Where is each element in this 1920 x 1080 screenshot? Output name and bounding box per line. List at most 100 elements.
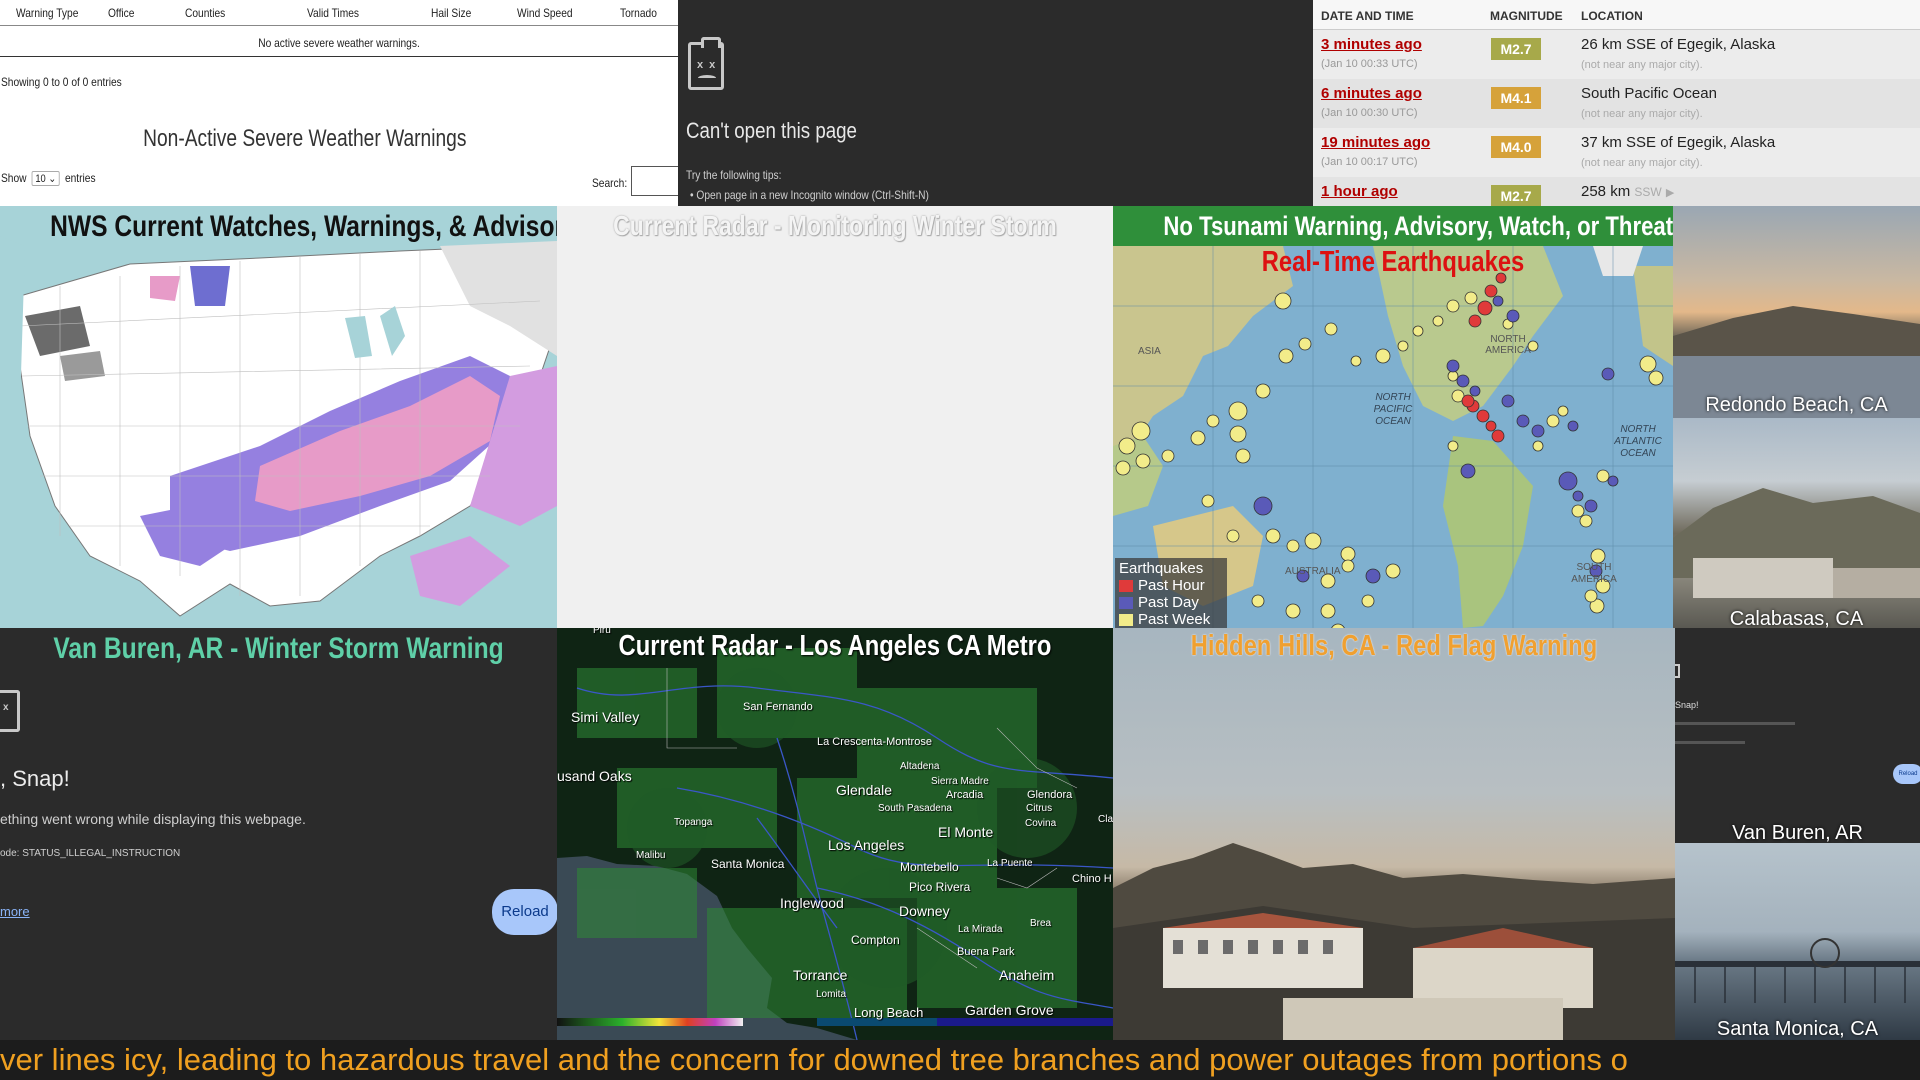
table-row[interactable]: 3 minutes ago (Jan 10 00:33 UTC) M2.7 26… bbox=[1313, 30, 1920, 79]
sad-page-icon: xx bbox=[688, 37, 724, 90]
us-warnings-map bbox=[0, 206, 557, 628]
magnitude-badge: M2.7 bbox=[1491, 185, 1541, 207]
earthquake-list-panel: DATE AND TIME MAGNITUDE LOCATION 3 minut… bbox=[1313, 0, 1920, 226]
calabasas-scene bbox=[1673, 488, 1920, 598]
ticker-text: ver lines icy, leading to hazardous trav… bbox=[0, 1042, 1628, 1077]
expand-arrow-icon[interactable]: ▶ bbox=[1666, 187, 1674, 199]
city-label: El Monte bbox=[938, 824, 994, 840]
nws-warnings-map-panel: NWS Current Watches, Warnings, & Advisor… bbox=[0, 206, 557, 628]
quake-location: South Pacific Ocean bbox=[1581, 85, 1717, 102]
error-tips-label: Try the following tips: bbox=[686, 168, 782, 182]
col-location: LOCATION bbox=[1581, 9, 1643, 23]
city-label: La Puente bbox=[987, 858, 1033, 869]
learn-more-link[interactable]: more bbox=[0, 904, 30, 919]
error-title: Can't open this page bbox=[686, 118, 857, 143]
error-line bbox=[1675, 722, 1795, 725]
col-date-time: DATE AND TIME bbox=[1321, 9, 1414, 23]
legend-title: Earthquakes bbox=[1119, 560, 1204, 577]
redondo-scene bbox=[1673, 306, 1920, 418]
hidden-hills-scene bbox=[1113, 843, 1675, 1040]
quake-time-link[interactable]: 1 hour ago bbox=[1321, 183, 1398, 200]
label-asia: ASIA bbox=[1138, 346, 1161, 357]
empty-table-message: No active severe weather warnings. bbox=[258, 36, 420, 50]
reload-button[interactable]: Reload bbox=[1893, 764, 1920, 784]
webcam-label: Santa Monica, CA bbox=[1716, 1018, 1879, 1040]
col-hail-size[interactable]: Hail Size bbox=[431, 6, 471, 20]
quake-utc: (Jan 10 00:30 UTC) bbox=[1321, 107, 1418, 119]
city-label: Citrus bbox=[1026, 803, 1053, 814]
webcam-santa-monica[interactable]: Santa Monica, CA bbox=[1675, 843, 1920, 1040]
col-warning-type[interactable]: Warning Type bbox=[16, 6, 78, 20]
webcam-van-buren[interactable]: Snap! Reload Van Buren, AR bbox=[1675, 628, 1920, 843]
chevron-down-icon: ⌄ bbox=[48, 173, 57, 185]
hidden-hills-title: Hidden Hills, CA - Red Flag Warning bbox=[1190, 630, 1598, 662]
label-south-america: SOUTH AMERICA bbox=[1571, 562, 1617, 585]
warnings-table-header: Warning Type Office Counties Valid Times… bbox=[0, 0, 678, 26]
city-label: Simi Valley bbox=[571, 709, 640, 725]
page-length-select[interactable]: 10 ⌄ bbox=[31, 171, 60, 186]
city-label: Arcadia bbox=[946, 789, 984, 801]
table-row[interactable]: 6 minutes ago (Jan 10 00:30 UTC) M4.1 So… bbox=[1313, 79, 1920, 128]
col-magnitude: MAGNITUDE bbox=[1490, 9, 1563, 23]
tsunami-status-text: No Tsunami Warning, Advisory, Watch, or … bbox=[1163, 211, 1673, 241]
city-label: Compton bbox=[851, 933, 900, 947]
label-australia: AUSTRALIA bbox=[1285, 566, 1341, 577]
entries-info: Showing 0 to 0 of 0 entries bbox=[1, 75, 122, 89]
magnitude-badge: M4.0 bbox=[1491, 136, 1541, 158]
radar-title: Current Radar - Monitoring Winter Storm bbox=[613, 210, 1057, 241]
webcam-calabasas[interactable]: Calabasas, CA bbox=[1673, 418, 1920, 628]
label-north-america: NORTH AMERICA bbox=[1485, 334, 1531, 356]
magnitude-badge: M2.7 bbox=[1491, 38, 1541, 60]
news-ticker: ver lines icy, leading to hazardous trav… bbox=[0, 1040, 1920, 1080]
legend-label: Past Week bbox=[1138, 611, 1211, 628]
city-label: Sierra Madre bbox=[931, 776, 989, 787]
webcam-redondo-beach[interactable]: Redondo Beach, CA bbox=[1673, 206, 1920, 418]
reload-button[interactable]: Reload bbox=[492, 889, 558, 935]
quake-time-link[interactable]: 19 minutes ago bbox=[1321, 134, 1430, 151]
hidden-hills-webcam-panel[interactable]: Hidden Hills, CA - Red Flag Warning bbox=[1113, 628, 1675, 1040]
quake-location: 37 km SSE of Egegik, Alaska bbox=[1581, 134, 1776, 151]
col-counties[interactable]: Counties bbox=[185, 6, 225, 20]
city-label: Downey bbox=[899, 903, 950, 919]
city-label: Covina bbox=[1025, 818, 1057, 829]
city-label: usand Oaks bbox=[557, 768, 632, 784]
city-label: South Pasadena bbox=[878, 803, 952, 814]
search-input[interactable] bbox=[631, 166, 681, 196]
city-label: Glendale bbox=[836, 782, 893, 798]
search-label: Search: bbox=[592, 176, 628, 190]
section-title: Non-Active Severe Weather Warnings bbox=[143, 125, 467, 152]
quake-near: (not near any major city). bbox=[1581, 157, 1703, 169]
quake-time-link[interactable]: 3 minutes ago bbox=[1321, 36, 1422, 53]
table-divider bbox=[0, 56, 678, 57]
city-label: Montebello bbox=[900, 860, 959, 874]
page-length-value: 10 bbox=[35, 173, 46, 185]
tsunami-status-banner: No Tsunami Warning, Advisory, Watch, or … bbox=[1113, 206, 1673, 246]
quake-location: 26 km SSE of Egegik, Alaska bbox=[1581, 36, 1776, 53]
error-tip-item: • Open page in a new Incognito window (C… bbox=[690, 188, 929, 202]
city-label: Brea bbox=[1030, 918, 1052, 929]
legend-swatch bbox=[1119, 579, 1133, 592]
col-valid-times[interactable]: Valid Times bbox=[307, 6, 359, 20]
label-north-pacific: NORTH PACIFIC OCEAN bbox=[1373, 392, 1413, 427]
city-label: Long Beach bbox=[854, 1005, 924, 1020]
legend-item: Past Hour bbox=[1119, 577, 1223, 594]
col-office[interactable]: Office bbox=[108, 6, 134, 20]
label-north-atlantic: NORTH ATLANTIC OCEAN bbox=[1614, 424, 1662, 459]
table-row[interactable]: 19 minutes ago (Jan 10 00:17 UTC) M4.0 3… bbox=[1313, 128, 1920, 177]
city-label: Topanga bbox=[674, 817, 713, 828]
earthquake-table-header: DATE AND TIME MAGNITUDE LOCATION bbox=[1313, 0, 1920, 30]
city-label: San Fernando bbox=[743, 701, 813, 713]
webcam-label: Calabasas, CA bbox=[1729, 608, 1864, 628]
la-radar-panel: Current Radar - Los Angeles CA Metro Pir… bbox=[557, 628, 1113, 1040]
entries-label: entries bbox=[64, 171, 96, 185]
col-wind-speed[interactable]: Wind Speed bbox=[517, 6, 573, 20]
sad-page-icon bbox=[1675, 664, 1680, 678]
quake-time-link[interactable]: 6 minutes ago bbox=[1321, 85, 1422, 102]
legend-swatch bbox=[1119, 613, 1133, 626]
error-code: ode: STATUS_ILLEGAL_INSTRUCTION bbox=[0, 848, 181, 859]
col-tornado[interactable]: Tornado bbox=[620, 6, 657, 20]
city-label: Lomita bbox=[816, 989, 847, 1000]
magnitude-badge: M4.1 bbox=[1491, 87, 1541, 109]
quake-location: 258 km SSW ▶ bbox=[1581, 183, 1674, 200]
winter-storm-radar-panel: Current Radar - Monitoring Winter Storm bbox=[557, 206, 1113, 628]
